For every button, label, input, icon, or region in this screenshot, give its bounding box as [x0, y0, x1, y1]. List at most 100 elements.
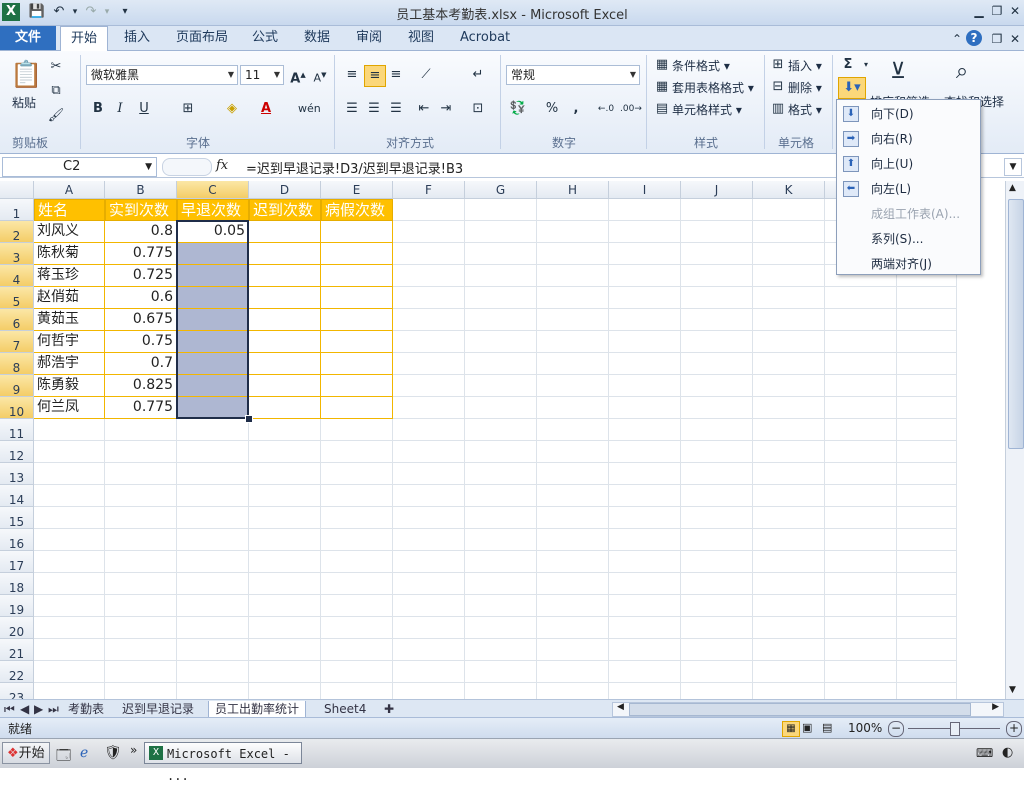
cell-e22[interactable] [321, 661, 393, 683]
cell-a16[interactable] [34, 529, 105, 551]
formula-bar-grip[interactable] [162, 158, 212, 176]
cell-j10[interactable] [681, 397, 753, 419]
cell-d18[interactable] [249, 573, 321, 595]
row-header-14[interactable]: 14 [0, 485, 34, 507]
cell-k7[interactable] [753, 331, 825, 353]
cell-f18[interactable] [393, 573, 465, 595]
cell-g2[interactable] [465, 221, 537, 243]
cell-c20[interactable] [177, 617, 249, 639]
cell-e14[interactable] [321, 485, 393, 507]
cell-e12[interactable] [321, 441, 393, 463]
row-header-16[interactable]: 16 [0, 529, 34, 551]
cell-e4[interactable] [321, 265, 393, 287]
cell-g21[interactable] [465, 639, 537, 661]
wrap-text-icon[interactable]: ↵ [468, 65, 488, 85]
cell-a2[interactable]: 刘风义 [34, 221, 105, 243]
cell-l10[interactable] [825, 397, 897, 419]
cell-h4[interactable] [537, 265, 609, 287]
cell-e7[interactable] [321, 331, 393, 353]
cell-f21[interactable] [393, 639, 465, 661]
cell-f15[interactable] [393, 507, 465, 529]
cell-a19[interactable] [34, 595, 105, 617]
cell-a8[interactable]: 郝浩宇 [34, 353, 105, 375]
cell-styles-icon[interactable]: ▤ [652, 99, 672, 119]
cell-h7[interactable] [537, 331, 609, 353]
cell-i2[interactable] [609, 221, 681, 243]
cell-l9[interactable] [825, 375, 897, 397]
cell-h1[interactable] [537, 199, 609, 221]
row-header-9[interactable]: 9 [0, 375, 34, 397]
align-top-icon[interactable]: ≡ [342, 65, 362, 85]
cell-f23[interactable] [393, 683, 465, 699]
grow-font-icon[interactable]: A▲ [288, 65, 308, 86]
horizontal-scrollbar[interactable]: ◀ ▶ [612, 702, 1004, 717]
cell-m11[interactable] [897, 419, 957, 441]
copy-icon[interactable]: ⧉ [46, 81, 66, 101]
cell-m8[interactable] [897, 353, 957, 375]
tab-acrobat[interactable]: Acrobat [450, 26, 520, 50]
cell-h20[interactable] [537, 617, 609, 639]
cell-e9[interactable] [321, 375, 393, 397]
scroll-left-icon[interactable]: ◀ [617, 702, 624, 712]
cell-i11[interactable] [609, 419, 681, 441]
row-header-20[interactable]: 20 [0, 617, 34, 639]
scroll-down-icon[interactable]: ▼ [1009, 685, 1016, 695]
cell-f14[interactable] [393, 485, 465, 507]
conditional-format-button[interactable]: 条件格式 ▾ [672, 57, 730, 74]
cell-d22[interactable] [249, 661, 321, 683]
column-header-j[interactable]: J [681, 181, 753, 199]
cell-f10[interactable] [393, 397, 465, 419]
cell-g4[interactable] [465, 265, 537, 287]
cell-e21[interactable] [321, 639, 393, 661]
cell-i3[interactable] [609, 243, 681, 265]
column-header-a[interactable]: A [34, 181, 105, 199]
cell-i17[interactable] [609, 551, 681, 573]
cell-a20[interactable] [34, 617, 105, 639]
cell-a18[interactable] [34, 573, 105, 595]
cell-l8[interactable] [825, 353, 897, 375]
cell-i16[interactable] [609, 529, 681, 551]
cell-a14[interactable] [34, 485, 105, 507]
paste-icon[interactable]: 📋 [10, 57, 42, 93]
cell-f17[interactable] [393, 551, 465, 573]
cell-i19[interactable] [609, 595, 681, 617]
fill-menu-item[interactable]: ⬇ 向下(D) [837, 102, 980, 126]
font-color-icon[interactable]: A [256, 99, 276, 119]
cell-f1[interactable] [393, 199, 465, 221]
increase-decimal-icon[interactable]: ←.0 [596, 99, 616, 119]
minimize-icon[interactable]: ▁ [970, 3, 988, 19]
italic-button[interactable]: I [110, 99, 130, 119]
cell-i7[interactable] [609, 331, 681, 353]
cell-d17[interactable] [249, 551, 321, 573]
column-header-c[interactable]: C [177, 181, 249, 199]
taskbar-excel-button[interactable]: X Microsoft Excel - ... [144, 742, 302, 783]
cell-i18[interactable] [609, 573, 681, 595]
cell-m22[interactable] [897, 661, 957, 683]
cell-j21[interactable] [681, 639, 753, 661]
cell-g15[interactable] [465, 507, 537, 529]
cell-i5[interactable] [609, 287, 681, 309]
cell-g6[interactable] [465, 309, 537, 331]
cell-c19[interactable] [177, 595, 249, 617]
cell-h12[interactable] [537, 441, 609, 463]
cell-a15[interactable] [34, 507, 105, 529]
cell-b16[interactable] [105, 529, 177, 551]
cell-d23[interactable] [249, 683, 321, 699]
cell-j3[interactable] [681, 243, 753, 265]
first-sheet-icon[interactable]: ⏮ [2, 701, 17, 717]
format-cells-icon[interactable]: ▥ [768, 99, 788, 119]
cell-e1[interactable]: 病假次数 [321, 199, 393, 221]
column-header-e[interactable]: E [321, 181, 393, 199]
cell-e17[interactable] [321, 551, 393, 573]
cell-b7[interactable]: 0.75 [105, 331, 177, 353]
workbook-close-icon[interactable]: ✕ [1006, 31, 1024, 47]
cell-e11[interactable] [321, 419, 393, 441]
cell-m19[interactable] [897, 595, 957, 617]
cell-c18[interactable] [177, 573, 249, 595]
cell-h22[interactable] [537, 661, 609, 683]
cell-h8[interactable] [537, 353, 609, 375]
cell-k20[interactable] [753, 617, 825, 639]
sheet-tab-active[interactable]: 员工出勤率统计 [208, 701, 307, 718]
cell-l12[interactable] [825, 441, 897, 463]
tab-review[interactable]: 审阅 [346, 26, 392, 50]
